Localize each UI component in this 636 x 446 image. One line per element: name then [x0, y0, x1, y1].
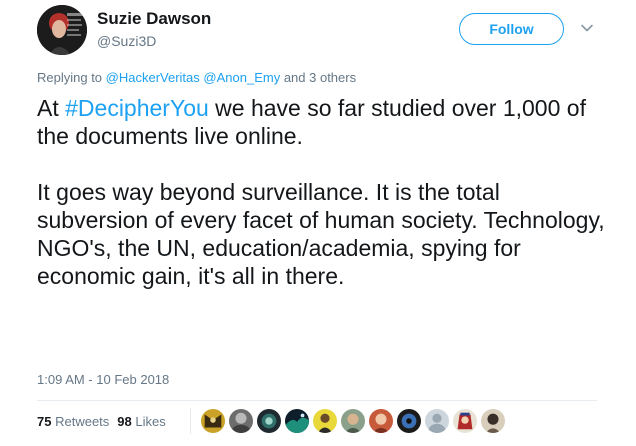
retweets-stat[interactable]: 75 Retweets	[37, 414, 109, 429]
reply-others[interactable]: and 3 others	[280, 70, 356, 85]
reply-prefix: Replying to	[37, 70, 106, 85]
liker-avatar[interactable]	[480, 408, 506, 434]
follow-button[interactable]: Follow	[459, 13, 564, 45]
liker-avatar[interactable]	[312, 408, 338, 434]
retweets-count: 75	[37, 414, 52, 429]
liker-avatar[interactable]	[368, 408, 394, 434]
mention-link[interactable]: @Anon_Emy	[203, 70, 280, 85]
tweet-paragraph: It goes way beyond surveillance. It is t…	[37, 179, 605, 289]
tweet-stats: 75 Retweets 98 Likes	[37, 414, 166, 429]
tweet-text-part: At	[37, 95, 66, 121]
tweet-text: At #DecipherYou we have so far studied o…	[37, 94, 617, 290]
tweet-timestamp[interactable]: 1:09 AM - 10 Feb 2018	[37, 372, 169, 387]
liker-avatar[interactable]	[200, 408, 226, 434]
avatar[interactable]	[37, 5, 87, 55]
liker-avatar[interactable]	[256, 408, 282, 434]
liker-avatar[interactable]	[228, 408, 254, 434]
likes-count: 98	[117, 414, 132, 429]
likes-stat[interactable]: 98 Likes	[117, 414, 165, 429]
tweet-paragraph: At #DecipherYou we have so far studied o…	[37, 94, 617, 150]
tweet-card: Suzie Dawson @Suzi3D Follow Replying to …	[0, 0, 636, 446]
stats-separator	[190, 408, 191, 434]
likes-label: Likes	[135, 414, 166, 429]
liker-avatar[interactable]	[396, 408, 422, 434]
author-name[interactable]: Suzie Dawson	[97, 9, 211, 29]
mention-link[interactable]: @HackerVeritas	[106, 70, 200, 85]
hashtag-link[interactable]: #DecipherYou	[65, 95, 209, 121]
liker-avatar[interactable]	[424, 408, 450, 434]
author-handle[interactable]: @Suzi3D	[97, 33, 156, 49]
divider	[37, 400, 597, 401]
liker-avatar[interactable]	[452, 408, 478, 434]
liker-avatar[interactable]	[284, 408, 310, 434]
reply-context: Replying to @HackerVeritas @Anon_Emy and…	[37, 70, 356, 85]
liker-avatars	[200, 408, 506, 434]
retweets-label: Retweets	[55, 414, 110, 429]
caret-down-icon[interactable]	[580, 21, 594, 35]
liker-avatar[interactable]	[340, 408, 366, 434]
